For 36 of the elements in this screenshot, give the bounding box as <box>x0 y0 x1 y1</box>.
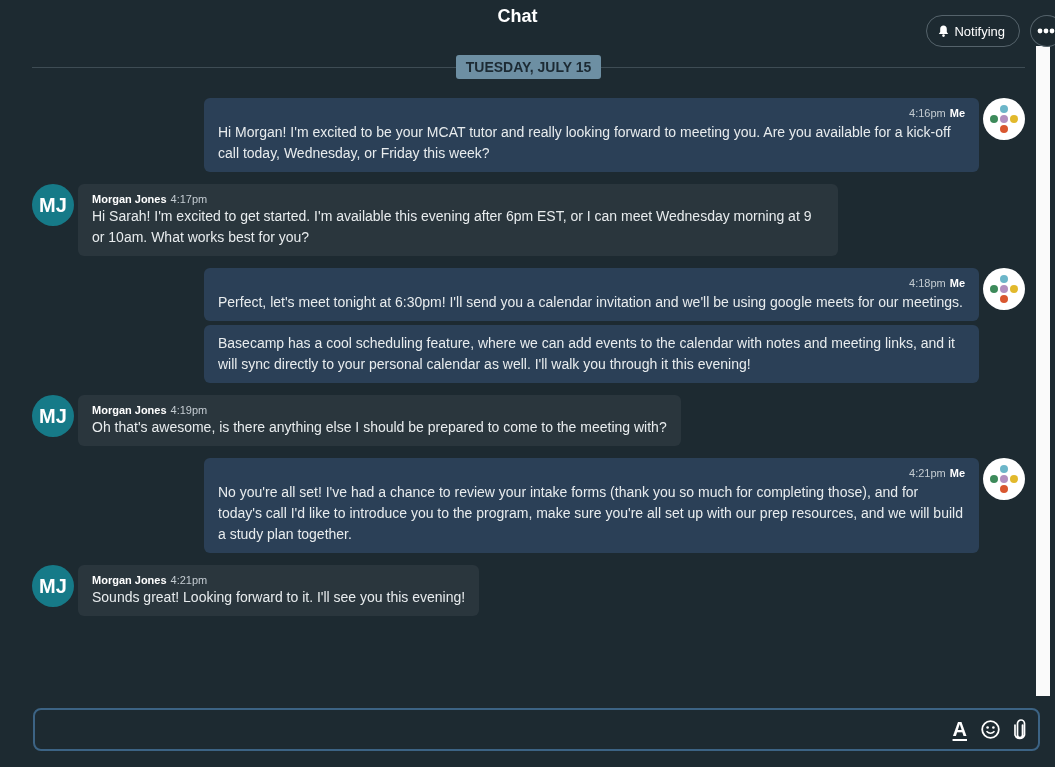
message-text: Hi Morgan! I'm excited to be your MCAT tutor and really looking forward to meeting you. Are you available for a kick-off call today, Wednesday, or Friday this week? <box>218 123 952 163</box>
message-text: Hi Sarah! I'm excited to get started. I'm available this evening after 6pm EST, or I can meet Wednesday morning at 9 or 10am. What works best for you? <box>92 207 813 247</box>
more-icon <box>1037 28 1055 34</box>
message-text: Oh that's awesome, is there anything else I should be prepared to come to the meeting with? <box>92 418 667 437</box>
author-name: Me <box>949 276 965 290</box>
emoji-button[interactable] <box>981 720 1000 739</box>
avatar-icon <box>983 98 1025 140</box>
message-text: Sounds great! Looking forward to it. I'll see you this evening! <box>92 588 466 607</box>
avatar: MJ <box>32 395 74 437</box>
message-time: 4:18pm <box>909 276 946 290</box>
message-time: 4:21pm <box>909 466 946 480</box>
avatar: MJ <box>32 184 74 226</box>
message-time: 4:21pm <box>170 573 208 587</box>
author-name: Morgan Jones <box>92 573 167 587</box>
attach-button[interactable] <box>1014 718 1026 741</box>
bell-icon <box>938 25 950 37</box>
message-time: 4:16pm <box>909 106 946 120</box>
avatar-icon <box>983 268 1025 310</box>
message-input[interactable]: A <box>33 708 1040 751</box>
paperclip-icon <box>1014 718 1026 741</box>
author-name: Me <box>949 466 965 480</box>
avatar: MJ <box>32 565 74 607</box>
message-text: Perfect, let's meet tonight at 6:30pm! I'll send you a calendar invitation and we'll be using google meets for our meetings. <box>218 293 964 312</box>
more-button[interactable] <box>1030 15 1055 47</box>
chat-title: Chat <box>497 6 538 28</box>
message-time: 4:19pm <box>170 403 208 417</box>
message-text: No you're all set! I've had a chance to review your intake forms (thank you so much for completing those), and for today's call I'd like to introduce you to the program, make sure you're all set up with our prep resources, and we will build a study plan together. <box>218 483 964 544</box>
message-time: 4:17pm <box>170 192 208 206</box>
author-name: Me <box>949 106 965 120</box>
avatar-icon <box>983 458 1025 500</box>
author-name: Morgan Jones <box>92 403 167 417</box>
smiley-icon <box>981 720 1000 739</box>
format-button[interactable]: A <box>952 718 967 741</box>
scrollbar[interactable] <box>1036 46 1050 696</box>
message-text: Basecamp has a cool scheduling feature, where we can add events to the calendar with notes and meeting links, and it will sync directly to your personal calendar as well. I'll walk you through it this evening! <box>218 334 956 374</box>
author-name: Morgan Jones <box>92 192 167 206</box>
